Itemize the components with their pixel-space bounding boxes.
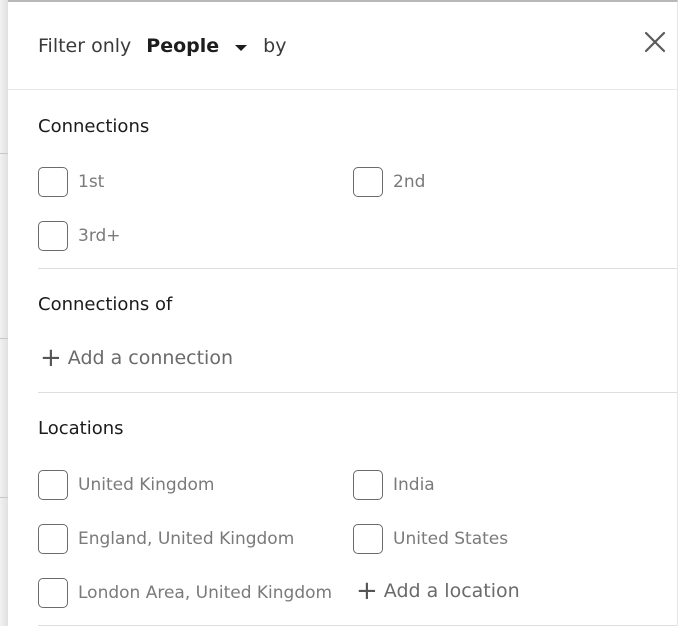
checkbox-box[interactable] [38,578,68,608]
checkbox-london-area-uk[interactable]: London Area, United Kingdom [38,578,332,608]
add-connection-button[interactable]: + Add a connection [40,345,233,371]
checkbox-england-uk[interactable]: England, United Kingdom [38,524,294,554]
checkbox-india[interactable]: India [353,470,435,500]
caret-down-icon[interactable] [235,44,248,51]
section-title-locations: Locations [38,418,124,439]
checkbox-box[interactable] [353,524,383,554]
plus-icon: + [356,576,378,606]
checkbox-united-kingdom[interactable]: United Kingdom [38,470,214,500]
locations-section: Locations United Kingdom India England, … [38,393,677,626]
filter-type-row: Filter only People by [38,35,286,57]
checkbox-united-states[interactable]: United States [353,524,508,554]
checkbox-label: 2nd [393,172,426,192]
filter-suffix-label: by [263,35,287,57]
plus-icon: + [40,343,62,373]
filter-prefix-label: Filter only [38,35,132,57]
checkbox-label: England, United Kingdom [78,529,295,549]
filter-content: Connections 1st 2nd 3rd+ Connections of … [8,90,677,626]
checkbox-label: United Kingdom [78,475,215,495]
connections-of-section: Connections of + Add a connection [38,269,677,393]
checkbox-box[interactable] [38,470,68,500]
checkbox-label: United States [393,529,509,549]
close-icon [644,31,666,53]
add-location-button[interactable]: + Add a location [356,578,520,604]
checkbox-2nd[interactable]: 2nd [353,167,425,197]
checkbox-label: London Area, United Kingdom [78,583,333,603]
checkbox-label: 1st [78,172,105,192]
add-connection-label: Add a connection [67,347,233,369]
section-title-connections-of: Connections of [38,294,173,315]
section-title-connections: Connections [38,116,150,137]
filter-header: Filter only People by [8,2,677,90]
checkbox-box[interactable] [353,167,383,197]
checkbox-box[interactable] [38,167,68,197]
checkbox-box[interactable] [38,524,68,554]
checkbox-box[interactable] [38,221,68,251]
close-button[interactable] [643,30,667,54]
checkbox-box[interactable] [353,470,383,500]
checkbox-label: India [393,475,435,495]
checkbox-3rd-plus[interactable]: 3rd+ [38,221,121,251]
connections-section: Connections 1st 2nd 3rd+ [38,90,677,269]
checkbox-1st[interactable]: 1st [38,167,104,197]
add-location-label: Add a location [383,580,520,602]
checkbox-label: 3rd+ [78,226,121,246]
filter-panel: Filter only People by Connections 1st 2n… [8,0,678,626]
entity-type-dropdown[interactable]: People [146,35,219,57]
